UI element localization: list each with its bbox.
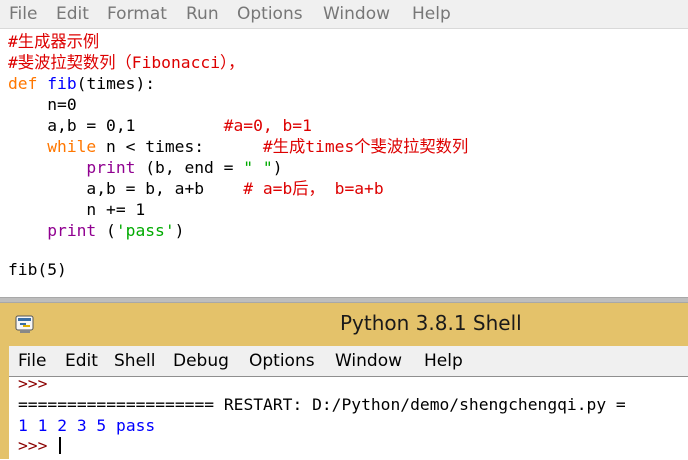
- code-token-comment: #斐波拉契数列（Fibonacci），: [8, 53, 245, 72]
- editor-menu-run[interactable]: Run: [186, 4, 219, 24]
- code-token-comment: # a=b后， b=a+b: [243, 179, 384, 198]
- shell-restart-line: ==================== RESTART: D:/Python/…: [18, 395, 626, 414]
- code-token-default: n=0: [8, 95, 77, 114]
- editor-menu-help[interactable]: Help: [412, 4, 451, 24]
- shell-menu-file[interactable]: File: [18, 351, 46, 371]
- shell-menu-shell[interactable]: Shell: [114, 351, 155, 371]
- code-token-default: a,b = b, a+b: [8, 179, 244, 198]
- editor-code-area[interactable]: #生成器示例 #斐波拉契数列（Fibonacci）， def fib(times…: [0, 29, 688, 297]
- code-token-string: " ": [243, 158, 273, 177]
- code-token-default: [37, 74, 47, 93]
- text-cursor: [59, 437, 62, 454]
- code-token-default: ): [174, 221, 185, 240]
- code-line[interactable]: #斐波拉契数列（Fibonacci），: [8, 52, 244, 73]
- shell-program-output: 1 1 2 3 5 pass: [18, 416, 156, 435]
- code-token-default: n < times:: [96, 137, 263, 156]
- shell-output-area[interactable]: >>> ==================== RESTART: D:/Pyt…: [9, 374, 688, 460]
- code-token-default: fib(5): [8, 260, 67, 279]
- code-token-default: [8, 137, 47, 156]
- code-token-default: [8, 221, 47, 240]
- code-token-builtin: print: [86, 158, 136, 177]
- shell-prompt: >>>: [18, 436, 58, 455]
- editor-menu-window[interactable]: Window: [323, 4, 390, 24]
- shell-input-line[interactable]: >>>: [18, 435, 62, 456]
- python-idle-icon[interactable]: [14, 313, 36, 335]
- editor-menubar: File Edit Format Run Options Window Help: [0, 0, 688, 29]
- shell-menu-options[interactable]: Options: [249, 351, 315, 371]
- editor-menu-format[interactable]: Format: [107, 4, 167, 24]
- code-token-keyword: def: [8, 74, 38, 93]
- code-line[interactable]: def fib(times):: [8, 73, 155, 94]
- code-token-default: (: [96, 221, 116, 240]
- code-token-comment: #生成times个斐波拉契数列: [262, 137, 469, 156]
- code-token-keyword: while: [47, 137, 97, 156]
- editor-menu-file[interactable]: File: [9, 4, 37, 24]
- code-line[interactable]: a,b = 0,1 #a=0, b=1: [8, 115, 312, 136]
- shell-window-title: Python 3.8.1 Shell: [340, 311, 522, 335]
- code-line[interactable]: n += 1: [8, 199, 145, 220]
- code-token-default: n += 1: [8, 200, 146, 219]
- editor-menu-options[interactable]: Options: [237, 4, 303, 24]
- code-token-def: fib: [47, 74, 77, 93]
- code-token-default: [8, 158, 86, 177]
- code-line[interactable]: n=0: [8, 94, 77, 115]
- code-line[interactable]: a,b = b, a+b # a=b后， b=a+b: [8, 178, 384, 199]
- editor-menu-edit[interactable]: Edit: [56, 4, 89, 24]
- code-token-comment: #a=0, b=1: [223, 116, 312, 135]
- code-line[interactable]: print (b, end = " "): [8, 157, 283, 178]
- code-token-builtin: print: [47, 221, 97, 240]
- shell-menu-debug[interactable]: Debug: [173, 351, 229, 371]
- shell-menu-help[interactable]: Help: [424, 351, 463, 371]
- code-line[interactable]: while n < times: #生成times个斐波拉契数列: [8, 136, 468, 157]
- code-line[interactable]: print ('pass'): [8, 220, 184, 241]
- shell-menu-edit[interactable]: Edit: [65, 351, 98, 371]
- code-token-string: 'pass': [115, 221, 175, 240]
- shell-titlebar[interactable]: Python 3.8.1 Shell: [0, 303, 688, 343]
- code-token-default: a,b = 0,1: [8, 116, 224, 135]
- code-token-comment: #生成器示例: [8, 32, 100, 51]
- code-token-default: (times):: [76, 74, 156, 93]
- code-token-default: (b, end =: [135, 158, 244, 177]
- shell-menubar: File Edit Shell Debug Options Window Hel…: [9, 346, 688, 376]
- code-line[interactable]: #生成器示例: [8, 31, 99, 52]
- code-line[interactable]: fib(5): [8, 259, 67, 280]
- code-token-default: ): [272, 158, 283, 177]
- shell-prompt: >>>: [18, 374, 48, 393]
- shell-menu-window[interactable]: Window: [335, 351, 402, 371]
